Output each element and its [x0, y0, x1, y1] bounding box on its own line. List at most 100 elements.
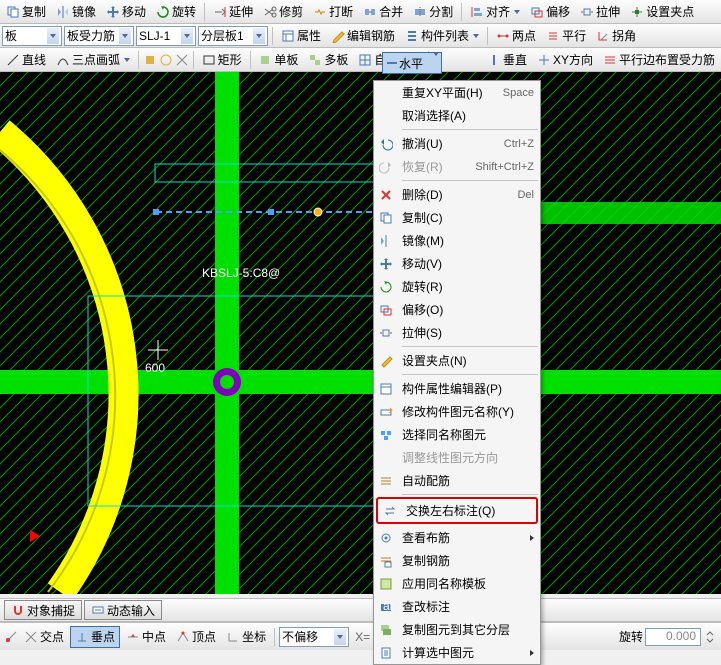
- rotate-icon: [376, 277, 396, 297]
- ctx-swap-annotation[interactable]: 交换左右标注(Q): [378, 499, 536, 522]
- corner-button[interactable]: 拐角: [592, 26, 640, 46]
- trim-icon: [263, 5, 277, 19]
- copy-rebar-icon: [376, 551, 396, 571]
- attr-button[interactable]: 属性: [277, 26, 325, 46]
- break-button[interactable]: 打断: [309, 2, 357, 22]
- edge-button[interactable]: 平行边布置受力筋: [599, 50, 719, 70]
- rotate-value[interactable]: 0.000: [645, 628, 701, 646]
- ctx-redo: 恢复(R)Shift+Ctrl+Z: [374, 155, 540, 178]
- ctx-undo[interactable]: 撤消(U)Ctrl+Z: [374, 132, 540, 155]
- tool-icon[interactable]: [159, 53, 173, 67]
- sb-apex[interactable]: 顶点: [172, 626, 220, 648]
- extend-icon: [213, 5, 227, 19]
- extend-button[interactable]: 延伸: [209, 2, 257, 22]
- ctx-copylayer[interactable]: 复制图元到其它分层: [374, 618, 540, 641]
- ctx-setclip[interactable]: 设置夹点(N): [374, 349, 540, 372]
- ctx-move[interactable]: 移动(V): [374, 252, 540, 275]
- arc-icon: [56, 53, 70, 67]
- ctx-selname[interactable]: 选择同名称图元: [374, 423, 540, 446]
- toolbar-edit: 复制 镜像 移动 旋转 延伸 修剪 打断 合并 分割 对齐 偏移 拉伸 设置夹点: [0, 0, 721, 24]
- split-button[interactable]: 分割: [409, 2, 457, 22]
- memlist-button[interactable]: 构件列表: [401, 26, 483, 46]
- tool-icon[interactable]: [143, 53, 157, 67]
- sb-intersect[interactable]: 交点: [20, 626, 68, 648]
- ctx-offset[interactable]: 偏移(O): [374, 298, 540, 321]
- mirror-icon: [376, 231, 396, 251]
- mirror-button[interactable]: 镜像: [52, 2, 100, 22]
- undo-icon: [376, 134, 396, 154]
- submenu-arrow-icon: [530, 650, 534, 656]
- xy-icon: [537, 53, 551, 67]
- move-icon: [376, 254, 396, 274]
- sb-perp[interactable]: 垂点: [70, 626, 120, 648]
- break-icon: [313, 5, 327, 19]
- offset-button[interactable]: 偏移: [526, 2, 574, 22]
- stretch-icon: [580, 5, 594, 19]
- twopt-button[interactable]: 两点: [492, 26, 540, 46]
- slabbar-combo[interactable]: 板受力筋: [64, 26, 134, 46]
- sb-coord[interactable]: 坐标: [222, 626, 270, 648]
- slab-combo[interactable]: 板: [2, 26, 62, 46]
- separator: [272, 27, 273, 45]
- horiz-button[interactable]: 水平: [382, 52, 442, 74]
- single-slab-icon: [258, 53, 272, 67]
- rect-button[interactable]: 矩形: [198, 50, 246, 70]
- stepper-icon[interactable]: [703, 630, 717, 644]
- stretch-button[interactable]: 拉伸: [576, 2, 624, 22]
- ctx-viewbar[interactable]: 查看布筋: [374, 526, 540, 549]
- xy-button[interactable]: XY方向: [533, 50, 597, 70]
- calculate-icon: [376, 643, 396, 663]
- drawing-canvas[interactable]: KBSLJ-5:C8@ 600: [0, 72, 721, 594]
- single-button[interactable]: 单板: [254, 50, 302, 70]
- ctx-autobar[interactable]: 自动配筋: [374, 469, 540, 492]
- ctx-rename[interactable]: 修改构件图元名称(Y): [374, 400, 540, 423]
- sb-mid[interactable]: 中点: [122, 626, 170, 648]
- merge-button[interactable]: 合并: [359, 2, 407, 22]
- split-icon: [413, 5, 427, 19]
- ctx-stretch[interactable]: 拉伸(S): [374, 321, 540, 344]
- osnap-toggle[interactable]: 对象捕捉: [4, 600, 82, 620]
- status-bar: 交点 垂点 中点 顶点 坐标 不偏移 X= 旋转 0.000: [0, 622, 721, 650]
- list-icon: [405, 29, 419, 43]
- ctx-rotate[interactable]: 旋转(R): [374, 275, 540, 298]
- ctx-delete[interactable]: 删除(D)Del: [374, 183, 540, 206]
- ctx-propedit[interactable]: 构件属性编辑器(P): [374, 377, 540, 400]
- multi-button[interactable]: 多板: [304, 50, 352, 70]
- ctx-cancel-select[interactable]: 取消选择(A): [374, 104, 540, 127]
- ctx-highlight-box: 交换左右标注(Q): [376, 497, 538, 524]
- vert-button[interactable]: 垂直: [483, 50, 531, 70]
- corner-icon: [596, 29, 610, 43]
- line-button[interactable]: 直线: [2, 50, 50, 70]
- ctx-repeat-xy[interactable]: 重复XY平面(H)Space: [374, 81, 540, 104]
- move-button[interactable]: 移动: [102, 2, 150, 22]
- ctx-copy[interactable]: 复制(C): [374, 206, 540, 229]
- ctx-copybar[interactable]: 复制钢筋: [374, 549, 540, 572]
- properties-icon: [281, 29, 295, 43]
- tool-icon[interactable]: [175, 53, 189, 67]
- snap-setting-icon[interactable]: [4, 630, 18, 644]
- offset-combo[interactable]: 不偏移: [279, 627, 349, 647]
- ctx-calcsel[interactable]: 计算选中图元: [374, 641, 540, 664]
- ctx-viewann[interactable]: abc查改标注: [374, 595, 540, 618]
- ctx-applytpl[interactable]: 应用同名称模板: [374, 572, 540, 595]
- slj-combo[interactable]: SLJ-1: [136, 26, 196, 46]
- align-button[interactable]: 对齐: [466, 2, 524, 22]
- submenu-arrow-icon: [530, 535, 534, 541]
- bottom-toggle-bar: 对象捕捉 动态输入: [0, 598, 721, 622]
- trim-button[interactable]: 修剪: [259, 2, 307, 22]
- edge-rebar-icon: [603, 53, 617, 67]
- editbar-button[interactable]: 编辑钢筋: [327, 26, 399, 46]
- dyninput-toggle[interactable]: 动态输入: [84, 600, 162, 620]
- intersect-icon: [24, 630, 38, 644]
- arc3-button[interactable]: 三点画弧: [52, 50, 134, 70]
- parallel-button[interactable]: 平行: [542, 26, 590, 46]
- copy-button[interactable]: 复制: [2, 2, 50, 22]
- line-icon: [6, 53, 20, 67]
- view-rebar-icon: [376, 528, 396, 548]
- dyninput-icon: [91, 603, 105, 617]
- ctx-mirror[interactable]: 镜像(M): [374, 229, 540, 252]
- rotate-label: 旋转: [619, 628, 643, 645]
- layer-combo[interactable]: 分层板1: [198, 26, 268, 46]
- setclip-button[interactable]: 设置夹点: [626, 2, 698, 22]
- rotate-button[interactable]: 旋转: [152, 2, 200, 22]
